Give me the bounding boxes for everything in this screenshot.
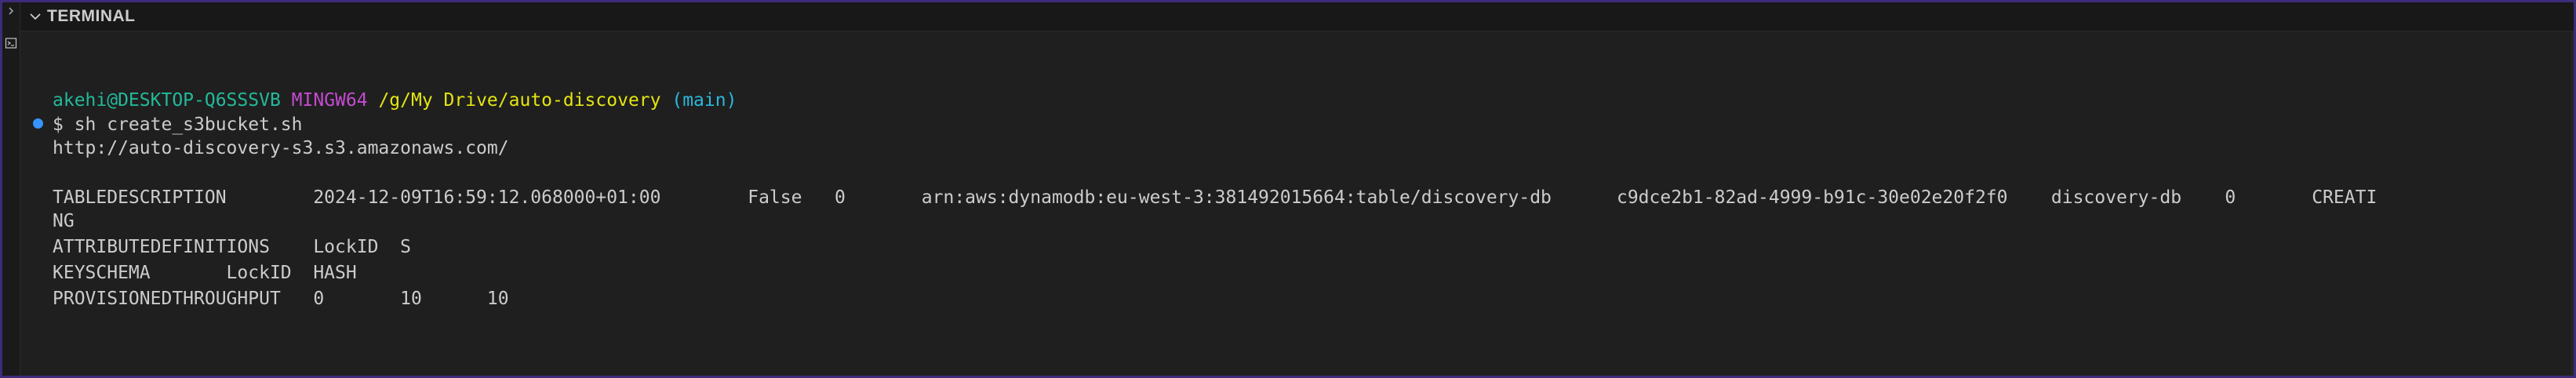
output-line-url: http://auto-discovery-s3.s3.amazonaws.co… — [53, 138, 509, 158]
command-line: $ sh create_s3bucket.sh — [53, 114, 303, 135]
prompt-branch: (main) — [671, 90, 737, 111]
prompt-environment: MINGW64 — [291, 90, 368, 111]
output-line-table-description: TABLEDESCRIPTION 2024-12-09T16:59:12.068… — [53, 187, 2378, 208]
prompt-path: /g/My Drive/auto-discovery — [378, 90, 661, 111]
prompt-line: akehi@DESKTOP-Q6SSSVB MINGW64 /g/My Driv… — [53, 89, 737, 112]
chevron-right-icon[interactable] — [5, 5, 16, 16]
output-line-wrap: NG — [53, 211, 75, 231]
output-line-key-schema: KEYSCHEMA LockID HASH — [53, 263, 357, 283]
prompt-user-host: akehi@DESKTOP-Q6SSSVB — [53, 90, 281, 111]
command-decoration-dot[interactable] — [33, 118, 43, 129]
output-line-attribute-definitions: ATTRIBUTEDEFINITIONS LockID S — [53, 237, 411, 257]
activity-strip — [2, 2, 20, 376]
terminal-window: TERMINAL akehi@DESKTOP-Q6SSSVB MINGW64 /… — [0, 0, 2576, 378]
chevron-down-icon[interactable] — [27, 8, 44, 25]
terminal-scrollbar-track[interactable] — [2571, 31, 2574, 375]
terminal-icon[interactable] — [5, 37, 17, 49]
terminal-output[interactable]: akehi@DESKTOP-Q6SSSVB MINGW64 /g/My Driv… — [20, 31, 2569, 376]
terminal-panel-header: TERMINAL — [20, 2, 2574, 31]
output-line-provisioned-throughput: PROVISIONEDTHROUGHPUT 0 10 10 — [53, 289, 509, 309]
terminal-panel-title[interactable]: TERMINAL — [47, 7, 136, 26]
